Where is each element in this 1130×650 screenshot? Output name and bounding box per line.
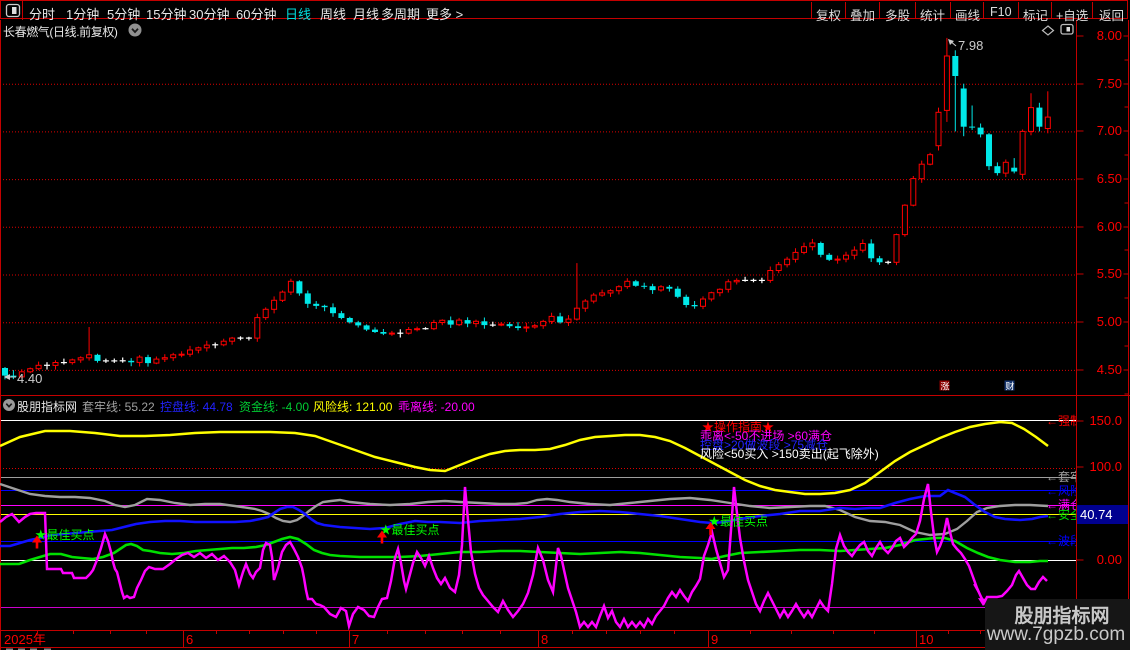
svg-text:6.00: 6.00	[1097, 219, 1122, 234]
svg-text:5.00: 5.00	[1097, 314, 1122, 329]
svg-text:100.0: 100.0	[1089, 459, 1122, 474]
svg-text:40.74: 40.74	[1080, 507, 1113, 522]
svg-text:www.7gpzb.com: www.7gpzb.com	[986, 624, 1125, 645]
svg-text:7.50: 7.50	[1097, 76, 1122, 91]
svg-text:6: 6	[186, 632, 193, 647]
svg-text:最佳买点: 最佳买点	[47, 528, 95, 542]
svg-text:7.98: 7.98	[958, 38, 983, 53]
svg-text:财: 财	[1006, 381, 1015, 392]
svg-text:6.50: 6.50	[1097, 171, 1122, 186]
svg-text:7: 7	[352, 632, 359, 647]
svg-text:0.00: 0.00	[1097, 552, 1122, 567]
svg-text:4.40: 4.40	[17, 371, 42, 386]
svg-text:8.00: 8.00	[1097, 28, 1122, 43]
svg-text:150.0: 150.0	[1089, 413, 1122, 428]
svg-text:9: 9	[711, 632, 718, 647]
svg-text:风险<50买入 >150卖出(起飞除外): 风险<50买入 >150卖出(起飞除外)	[700, 446, 879, 461]
svg-text:10: 10	[919, 632, 933, 647]
svg-text:8: 8	[541, 632, 548, 647]
svg-text:2025年: 2025年	[4, 632, 46, 647]
svg-text:4.50: 4.50	[1097, 362, 1122, 377]
svg-text:7.00: 7.00	[1097, 123, 1122, 138]
svg-text:最佳买点: 最佳买点	[392, 523, 440, 537]
svg-text:5.50: 5.50	[1097, 266, 1122, 281]
svg-text:最佳买点: 最佳买点	[720, 515, 768, 529]
svg-text:涨: 涨	[941, 382, 950, 392]
